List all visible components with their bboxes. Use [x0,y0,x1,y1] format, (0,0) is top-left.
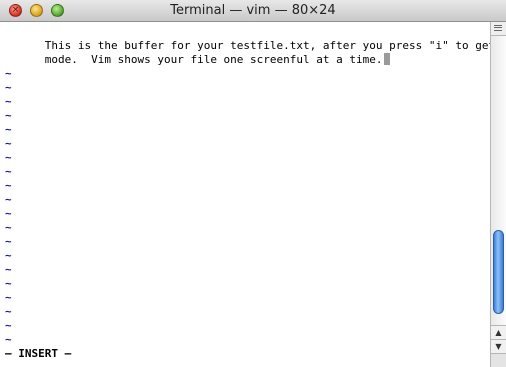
vim-editor-area[interactable]: This is the buffer for your testfile.txt… [0,22,506,367]
empty-line-marker: ~ [5,179,12,192]
empty-line-marker: ~ [5,81,12,94]
empty-line-marker: ~ [5,319,12,332]
empty-line-marker: ~ [5,109,12,122]
empty-line-marker: ~ [5,249,12,262]
empty-line-marker: ~ [5,333,12,346]
arrow-down-icon: ▼ [495,342,502,351]
resize-grip[interactable] [491,353,506,367]
scroll-up-button[interactable]: ▲ [491,325,506,339]
empty-line-marker: ~ [5,221,12,234]
empty-line-marker: ~ [5,95,12,108]
arrow-up-icon: ▲ [495,328,502,337]
empty-line-marker: ~ [5,305,12,318]
scroll-thumb[interactable] [493,230,504,314]
empty-line-marker: ~ [5,137,12,150]
title-bar[interactable]: × Terminal — vim — 80×24 [0,0,506,22]
scroll-down-button[interactable]: ▼ [491,339,506,353]
empty-line-marker: ~ [5,291,12,304]
empty-line-marker: ~ [5,277,12,290]
window-title: Terminal — vim — 80×24 [170,3,336,18]
empty-line-marker: ~ [5,151,12,164]
text-cursor [383,53,390,65]
empty-line-marker: ~ [5,207,12,220]
mode-status-line: — INSERT — [5,347,72,360]
buffer-line[interactable]: This is the buffer for your testfile.txt… [5,25,506,52]
split-pane-button[interactable] [491,22,506,36]
buffer-line-text: mode. Vim shows your file one screenful … [44,53,383,66]
empty-line-marker: ~ [5,193,12,206]
empty-line-marker: ~ [5,235,12,248]
empty-line-marker: ~ [5,165,12,178]
split-pane-icon [494,25,502,31]
buffer-line[interactable]: mode. Vim shows your file one screenful … [5,39,390,66]
terminal-window: × Terminal — vim — 80×24 This is the buf… [0,0,506,367]
empty-line-marker: ~ [5,123,12,136]
empty-line-marker: ~ [5,67,12,80]
vertical-scrollbar[interactable]: ▲ ▼ [490,22,506,367]
empty-line-marker: ~ [5,263,12,276]
